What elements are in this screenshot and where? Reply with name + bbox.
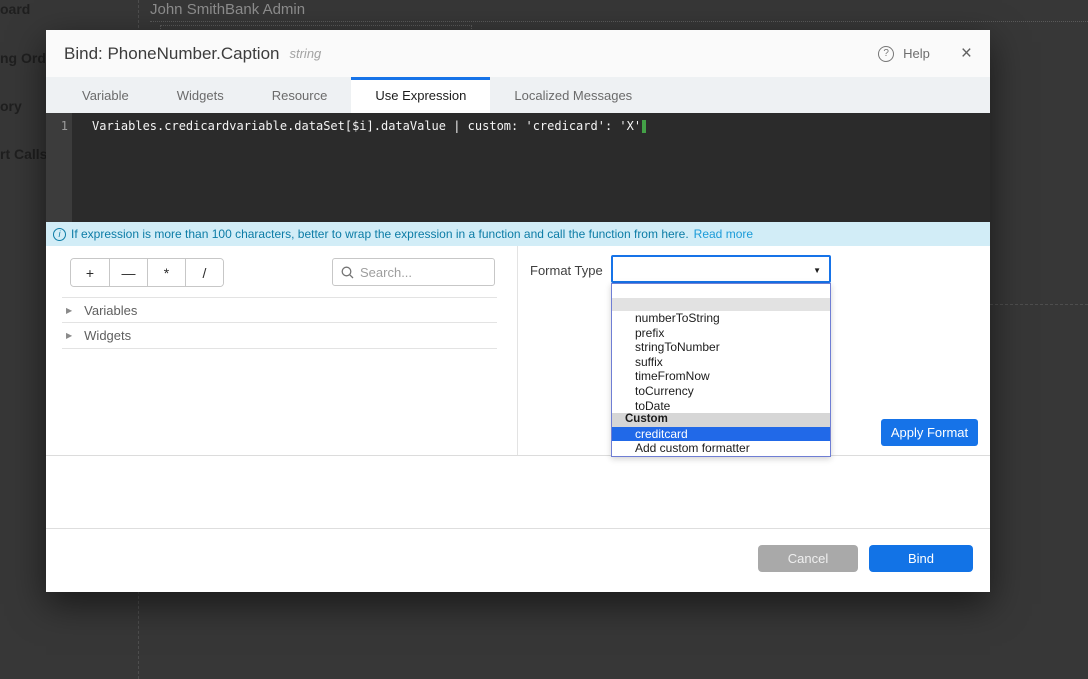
dropdown-option-toDate[interactable]: toDate bbox=[612, 399, 830, 414]
background-dotted-line bbox=[150, 21, 1088, 22]
dialog-tabs: Variable Widgets Resource Use Expression… bbox=[46, 77, 990, 113]
info-banner-text: If expression is more than 100 character… bbox=[71, 227, 689, 241]
tab-variable[interactable]: Variable bbox=[58, 77, 153, 113]
tab-widgets[interactable]: Widgets bbox=[153, 77, 248, 113]
tree-node-label: Widgets bbox=[84, 328, 131, 343]
minus-operator-button[interactable]: — bbox=[109, 259, 147, 286]
read-more-link[interactable]: Read more bbox=[694, 227, 753, 241]
chevron-right-icon[interactable]: ▶ bbox=[66, 306, 72, 315]
editor-line-number: 1 bbox=[46, 119, 68, 133]
editor-code-text: Variables.credicardvariable.dataSet[$i].… bbox=[92, 119, 641, 133]
divide-operator-button[interactable]: / bbox=[185, 259, 223, 286]
apply-format-button[interactable]: Apply Format bbox=[881, 419, 978, 446]
sidebar-item-fragment: rt Calls bbox=[0, 146, 47, 162]
caret-down-icon: ▼ bbox=[813, 266, 821, 275]
footer-divider bbox=[46, 528, 990, 529]
tab-resource[interactable]: Resource bbox=[248, 77, 352, 113]
editor-cursor bbox=[642, 120, 646, 133]
expression-editor[interactable]: 1 Variables.credicardvariable.dataSet[$i… bbox=[46, 113, 990, 222]
format-type-select[interactable]: ▼ bbox=[611, 255, 831, 283]
help-icon[interactable]: ? bbox=[878, 46, 894, 62]
dropdown-option-stringToNumber[interactable]: stringToNumber bbox=[612, 340, 830, 355]
dropdown-option-creditcard[interactable]: creditcard bbox=[612, 427, 830, 442]
multiply-operator-button[interactable]: * bbox=[147, 259, 185, 286]
info-banner: i If expression is more than 100 charact… bbox=[46, 222, 990, 246]
tree-node-label: Variables bbox=[84, 303, 137, 318]
bind-dialog: Bind: PhoneNumber.Caption string ? Help … bbox=[46, 30, 990, 592]
dropdown-option-numberToString[interactable]: numberToString bbox=[612, 311, 830, 326]
plus-operator-button[interactable]: + bbox=[71, 259, 109, 286]
dropdown-option-prefix[interactable]: prefix bbox=[612, 326, 830, 341]
sidebar-item-fragment: ory bbox=[0, 98, 22, 114]
help-button[interactable]: Help bbox=[903, 46, 930, 61]
close-icon[interactable]: × bbox=[961, 44, 972, 63]
bind-button[interactable]: Bind bbox=[869, 545, 973, 572]
dialog-type-label: string bbox=[289, 46, 321, 61]
tab-localized-messages[interactable]: Localized Messages bbox=[490, 77, 656, 113]
editor-code-line[interactable]: Variables.credicardvariable.dataSet[$i].… bbox=[92, 119, 646, 133]
dropdown-hovered-empty-option[interactable] bbox=[612, 298, 830, 311]
info-icon: i bbox=[53, 228, 66, 241]
dropdown-empty-option[interactable] bbox=[612, 284, 830, 298]
dropdown-option-suffix[interactable]: suffix bbox=[612, 355, 830, 370]
background-user-label: John SmithBank Admin bbox=[150, 1, 305, 18]
panel-divider bbox=[517, 246, 518, 455]
dropdown-option-timeFromNow[interactable]: timeFromNow bbox=[612, 369, 830, 384]
search-input[interactable] bbox=[360, 265, 470, 280]
sidebar-item-fragment: oard bbox=[0, 1, 30, 17]
chevron-right-icon[interactable]: ▶ bbox=[66, 331, 72, 340]
tree-node-widgets[interactable]: ▶ Widgets bbox=[62, 323, 497, 349]
dropdown-option-add-custom-formatter[interactable]: Add custom formatter bbox=[612, 441, 830, 456]
search-icon bbox=[341, 266, 354, 279]
format-type-label: Format Type bbox=[530, 263, 603, 278]
format-type-dropdown: numberToString prefix stringToNumber suf… bbox=[611, 283, 831, 457]
search-box[interactable] bbox=[332, 258, 495, 286]
cancel-button[interactable]: Cancel bbox=[758, 545, 858, 572]
tree-node-variables[interactable]: ▶ Variables bbox=[62, 297, 497, 323]
operator-toolbar: + — * / bbox=[70, 258, 224, 287]
tab-use-expression[interactable]: Use Expression bbox=[351, 77, 490, 113]
dialog-title: Bind: PhoneNumber.Caption bbox=[64, 44, 279, 64]
expression-tree: ▶ Variables ▶ Widgets bbox=[62, 297, 497, 349]
section-divider bbox=[46, 455, 990, 456]
background-dashed-line-right bbox=[990, 304, 1088, 305]
dropdown-group-custom: Custom bbox=[612, 413, 830, 427]
dropdown-option-toCurrency[interactable]: toCurrency bbox=[612, 384, 830, 399]
dialog-header: Bind: PhoneNumber.Caption string ? Help … bbox=[46, 30, 990, 77]
